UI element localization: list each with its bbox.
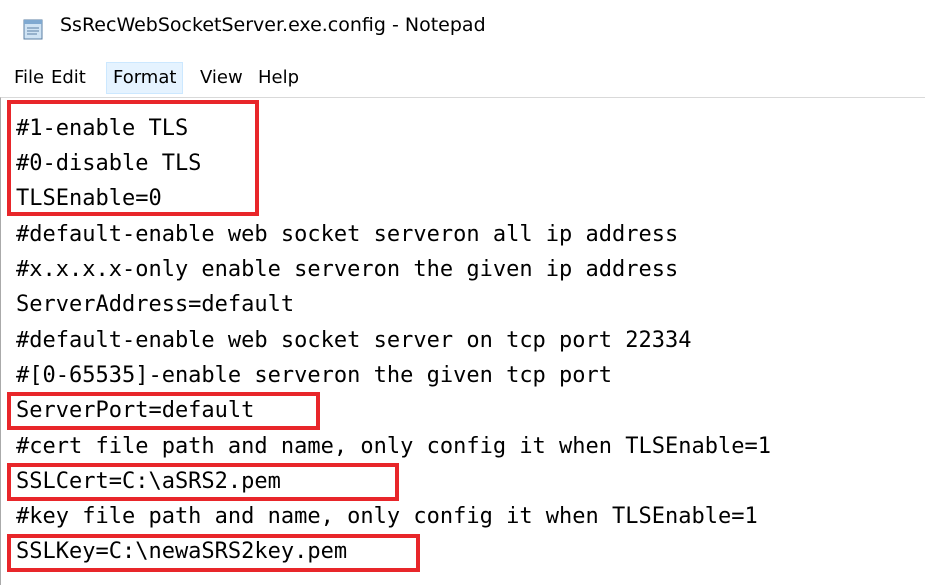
notepad-window: SsRecWebSocketServer.exe.config - Notepa…: [0, 0, 925, 585]
editor-line[interactable]: #[0-65535]-enable serveron the given tcp…: [16, 362, 612, 390]
notepad-icon: [23, 19, 43, 40]
editor-line[interactable]: SSLCert=C:\aSRS2.pem: [16, 468, 281, 496]
menu-bar: File Edit Format View Help: [0, 60, 925, 96]
menu-edit[interactable]: Edit: [47, 63, 90, 93]
editor-line[interactable]: #default-enable web socket serveron all …: [16, 221, 678, 249]
editor-line[interactable]: #0-disable TLS: [16, 150, 201, 178]
menu-format[interactable]: Format: [106, 62, 184, 94]
window-title: SsRecWebSocketServer.exe.config - Notepa…: [60, 14, 486, 36]
menu-file[interactable]: File: [10, 63, 48, 93]
editor-line[interactable]: #x.x.x.x-only enable serveron the given …: [16, 256, 678, 284]
title-bar[interactable]: SsRecWebSocketServer.exe.config - Notepa…: [0, 0, 925, 60]
editor-line[interactable]: ServerAddress=default: [16, 291, 294, 319]
editor-line[interactable]: SSLKey=C:\newaSRS2key.pem: [16, 538, 347, 566]
editor-line[interactable]: #key file path and name, only config it …: [16, 503, 758, 531]
editor-line[interactable]: #default-enable web socket server on tcp…: [16, 327, 692, 355]
editor-line[interactable]: TLSEnable=0: [16, 185, 162, 213]
editor-line[interactable]: ServerPort=default: [16, 397, 254, 425]
menu-view[interactable]: View: [196, 63, 247, 93]
menu-help[interactable]: Help: [254, 63, 303, 93]
editor-line[interactable]: #cert file path and name, only config it…: [16, 433, 771, 461]
text-editor[interactable]: #1-enable TLS #0-disable TLS TLSEnable=0…: [0, 97, 925, 585]
editor-line[interactable]: #1-enable TLS: [16, 115, 188, 143]
